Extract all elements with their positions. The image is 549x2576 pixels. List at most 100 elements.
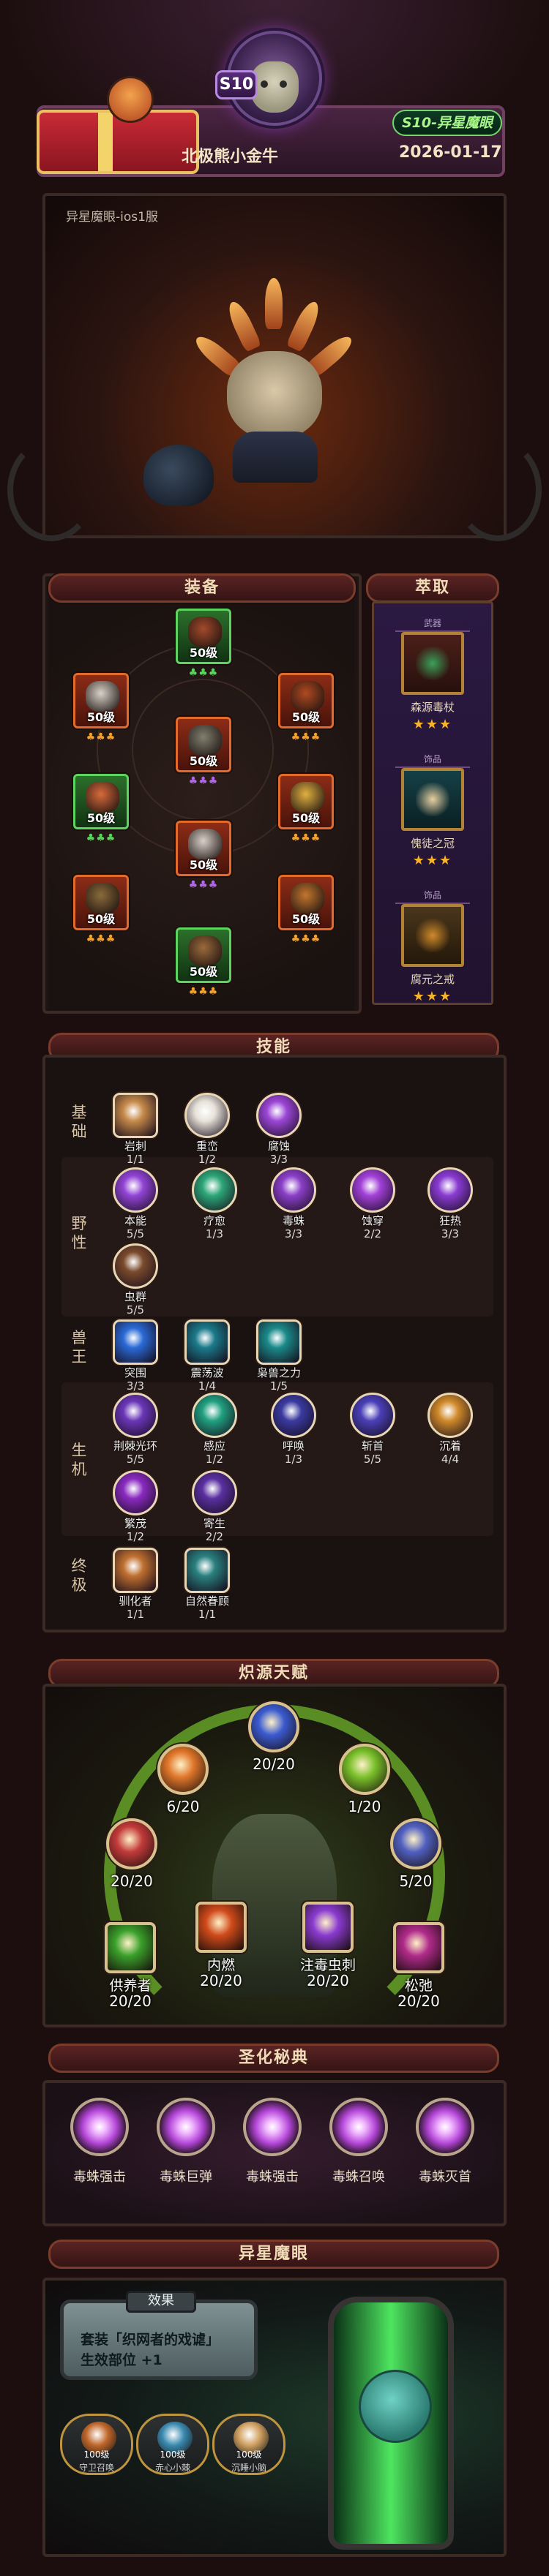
- sanctified-name: 毒蛛召唤: [332, 2169, 385, 2185]
- frame-curl-right: [454, 439, 542, 541]
- skill-node[interactable]: 枭兽之力 1/5: [246, 1319, 312, 1401]
- equipment-slot[interactable]: 50级: [176, 927, 231, 983]
- skill-level: 1/3: [284, 1453, 303, 1466]
- resource-name: 沉睡小脑: [231, 2463, 266, 2473]
- skill-icon: [256, 1093, 302, 1138]
- skill-node[interactable]: 毒蛛 3/3: [261, 1167, 326, 1249]
- talent-node[interactable]: 松弛 20/20: [386, 1922, 451, 2010]
- player-avatar[interactable]: S10: [214, 18, 335, 139]
- date-text: 2026-01-17: [399, 143, 502, 162]
- skill-node[interactable]: 驯化者 1/1: [102, 1548, 168, 1630]
- skill-node[interactable]: 虫群 5/5: [102, 1243, 168, 1325]
- talent-node[interactable]: 内燃 20/20: [189, 1902, 253, 1989]
- equipment-stars: ♣♣♣: [188, 879, 219, 891]
- talent-icon: [106, 1818, 157, 1869]
- equipment-slot[interactable]: 50级: [278, 774, 334, 829]
- hero-body: [233, 432, 318, 483]
- skill-name: 虫群: [124, 1290, 146, 1303]
- extract-item-stars: ★★★: [412, 989, 453, 1004]
- talent-level: 20/20: [397, 1992, 440, 2010]
- skill-level: 1/2: [126, 1530, 145, 1543]
- skill-name: 毒蛛: [282, 1214, 305, 1227]
- extract-item-stars: ★★★: [412, 853, 453, 868]
- crow-pet: [143, 445, 214, 506]
- skill-level: 4/4: [441, 1453, 460, 1466]
- talent-icon: [248, 1701, 299, 1752]
- talent-node[interactable]: 1/20: [332, 1744, 397, 1830]
- equipment-slot[interactable]: 50级: [73, 774, 129, 829]
- skill-icon: [184, 1548, 230, 1593]
- talent-node[interactable]: 20/20: [100, 1818, 164, 1905]
- equipment-slot[interactable]: 50级: [278, 673, 334, 728]
- talent-node[interactable]: 5/20: [384, 1818, 448, 1905]
- skill-node[interactable]: 斩首 5/5: [340, 1393, 406, 1475]
- skill-node[interactable]: 岩刺 1/1: [102, 1093, 168, 1175]
- equipment-level: 50级: [86, 710, 116, 724]
- skill-name: 荆棘光环: [113, 1439, 157, 1453]
- skill-node[interactable]: 狂热 3/3: [417, 1167, 483, 1249]
- gift-mascot-icon: [107, 76, 154, 123]
- talent-level: 20/20: [109, 1992, 152, 2010]
- equipment-level: 50级: [86, 811, 116, 825]
- player-name: 北极熊小金牛: [182, 148, 279, 166]
- skill-node[interactable]: 腐蚀 3/3: [246, 1093, 312, 1175]
- extract-card[interactable]: 饰品 傀徒之冠 ★★★: [379, 752, 486, 882]
- skill-node[interactable]: 疗愈 1/3: [182, 1167, 247, 1249]
- skill-node[interactable]: 沉着 4/4: [417, 1393, 483, 1475]
- equipment-slot[interactable]: 50级: [176, 821, 231, 876]
- equipment-level: 50级: [291, 912, 321, 926]
- extract-card[interactable]: 饰品 腐元之戒 ★★★: [379, 888, 486, 1018]
- extract-card[interactable]: 武器 森源毒杖 ★★★: [379, 616, 486, 746]
- skill-node[interactable]: 繁茂 1/2: [102, 1470, 168, 1552]
- equipment-level: 50级: [189, 754, 218, 768]
- avatar-eye: [261, 80, 268, 88]
- sanctified-orb[interactable]: 毒蛛灭首: [408, 2098, 482, 2193]
- equipment-slot[interactable]: 50级: [278, 875, 334, 930]
- skill-icon: [192, 1470, 237, 1515]
- equipment-banner: 装备: [48, 573, 356, 603]
- skill-node[interactable]: 寄生 2/2: [182, 1470, 247, 1552]
- skill-node[interactable]: 本能 5/5: [102, 1167, 168, 1249]
- alien-pet: [359, 2370, 432, 2443]
- sanctified-orb[interactable]: 毒蛛召唤: [322, 2098, 395, 2193]
- skill-name: 狂热: [438, 1214, 461, 1227]
- skill-node[interactable]: 蚀穿 2/2: [340, 1167, 406, 1249]
- skill-node[interactable]: 自然眷顾 1/1: [174, 1548, 240, 1630]
- talent-icon: [390, 1818, 441, 1869]
- skill-icon: [350, 1393, 395, 1438]
- skill-level: 1/5: [269, 1379, 288, 1393]
- resource-pill[interactable]: 100级 守卫召唤: [60, 2414, 133, 2475]
- sanctified-name: 毒蛛巨弹: [160, 2169, 212, 2185]
- skill-node[interactable]: 呼唤 1/3: [261, 1393, 326, 1475]
- talent-node[interactable]: 20/20: [242, 1701, 306, 1788]
- skill-node[interactable]: 重峦 1/2: [174, 1093, 240, 1175]
- resource-pill[interactable]: 100级 赤心小棘: [136, 2414, 209, 2475]
- equipment-slot[interactable]: 50级: [176, 717, 231, 772]
- skill-node[interactable]: 突围 3/3: [102, 1319, 168, 1401]
- skill-icon: [184, 1319, 230, 1365]
- skill-level: 5/5: [126, 1227, 145, 1240]
- skill-level: 3/3: [126, 1379, 145, 1393]
- extract-title: 萃取: [414, 579, 450, 597]
- skill-name: 自然眷顾: [184, 1594, 229, 1608]
- avatar-eye: [280, 80, 287, 88]
- skill-node[interactable]: 荆棘光环 5/5: [102, 1393, 168, 1475]
- hero-crown-spike: [224, 298, 262, 353]
- sanctified-name: 毒蛛强击: [246, 2169, 299, 2185]
- equipment-slot[interactable]: 50级: [73, 875, 129, 930]
- talent-node[interactable]: 6/20: [151, 1744, 215, 1830]
- sanctified-orb[interactable]: 毒蛛强击: [63, 2098, 136, 2193]
- equipment-slot[interactable]: 50级: [176, 609, 231, 664]
- equipment-slot[interactable]: 50级: [73, 673, 129, 728]
- sanctified-orb[interactable]: 毒蛛强击: [236, 2098, 309, 2193]
- resource-pill[interactable]: 100级 沉睡小脑: [212, 2414, 285, 2475]
- skill-level: 3/3: [441, 1227, 460, 1240]
- sanctified-orb[interactable]: 毒蛛巨弹: [149, 2098, 223, 2193]
- talent-node[interactable]: 供养者 20/20: [98, 1922, 163, 2010]
- talent-node[interactable]: 注毒虫刺 20/20: [296, 1902, 360, 1989]
- skill-node[interactable]: 感应 1/2: [182, 1393, 247, 1475]
- effect-title: 效果: [148, 2293, 174, 2308]
- skill-node[interactable]: 震荡波 1/4: [174, 1319, 240, 1401]
- sanctified-name: 毒蛛灭首: [419, 2169, 471, 2185]
- talent-level: 20/20: [253, 1755, 295, 1773]
